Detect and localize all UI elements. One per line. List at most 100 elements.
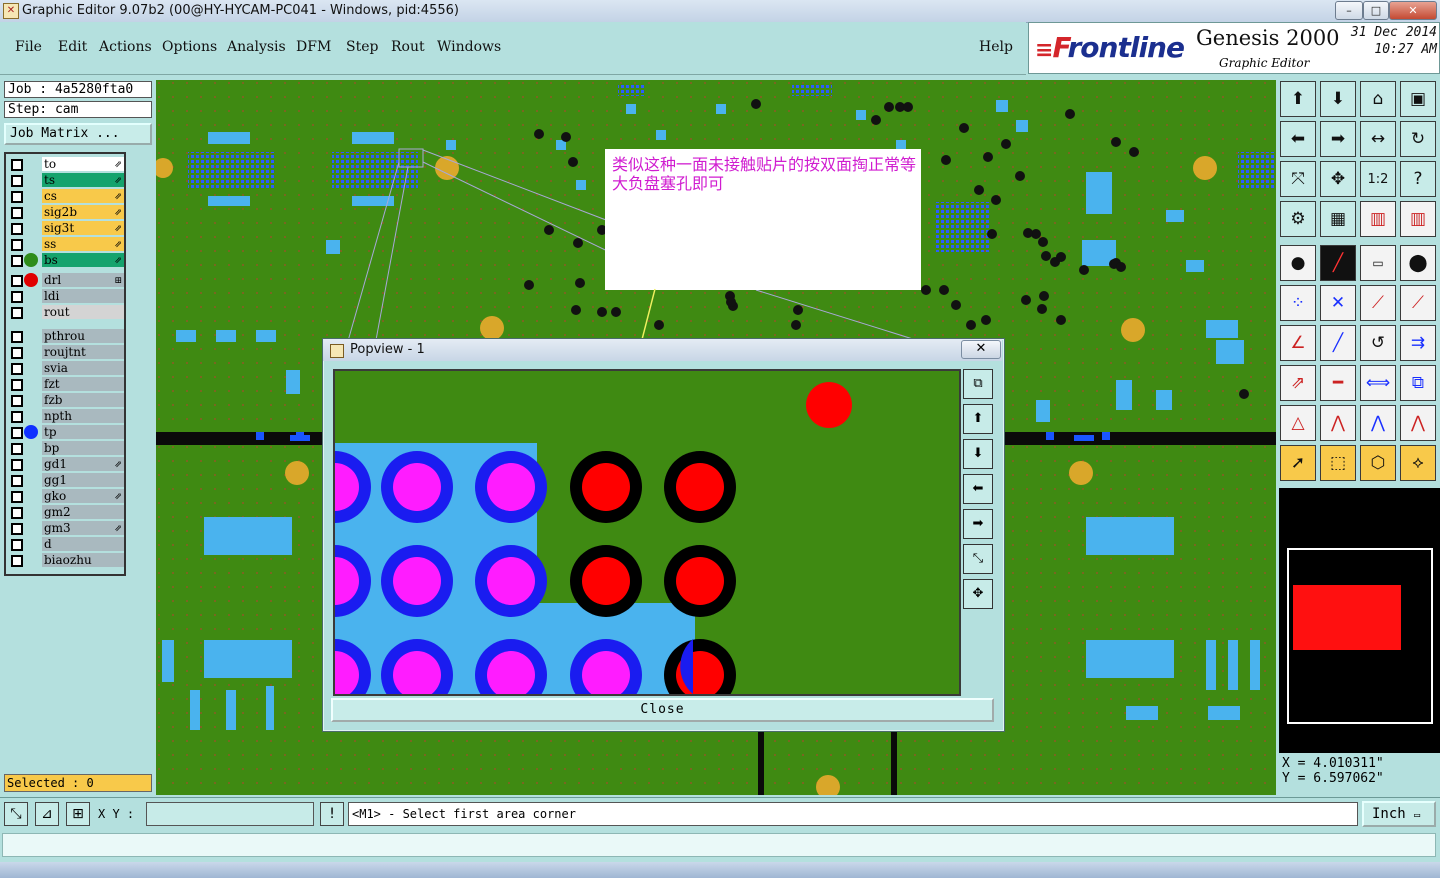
layer-row-rout[interactable]: rout bbox=[9, 305, 124, 319]
menu-step[interactable]: Step bbox=[346, 39, 378, 55]
layer-name[interactable]: ss ⇗ bbox=[42, 237, 124, 251]
layer-checkbox[interactable] bbox=[11, 239, 23, 251]
layer-name[interactable]: rout bbox=[42, 305, 124, 319]
zoom-fit-icon[interactable]: ⤧ bbox=[1280, 161, 1316, 197]
layer-row-drl[interactable]: drl ⊞ bbox=[9, 273, 124, 287]
layer-checkbox[interactable] bbox=[11, 331, 23, 343]
pan-up-icon[interactable]: ⬆ bbox=[1280, 81, 1316, 117]
layer-checkbox[interactable] bbox=[11, 555, 23, 567]
layer-checkbox[interactable] bbox=[11, 159, 23, 171]
select-box-icon[interactable]: ⬚ bbox=[1320, 445, 1356, 481]
select-arrow-icon[interactable]: ➚ bbox=[1280, 445, 1316, 481]
popview-pan-up-icon[interactable]: ⬆ bbox=[963, 404, 993, 434]
layer-row-ts[interactable]: ts ⇗ bbox=[9, 173, 124, 187]
add-line-icon[interactable]: ╱ bbox=[1320, 245, 1356, 281]
layer-row-gko[interactable]: gko ⇗ bbox=[9, 489, 124, 503]
layer-name[interactable]: fzt bbox=[42, 377, 124, 391]
snap-icon[interactable]: ⤡ bbox=[4, 802, 28, 826]
layer-row-gd1[interactable]: gd1 ⇗ bbox=[9, 457, 124, 471]
layer-row-d[interactable]: d bbox=[9, 537, 124, 551]
layer-row-npth[interactable]: npth bbox=[9, 409, 124, 423]
layer-row-cs[interactable]: cs ⇗ bbox=[9, 189, 124, 203]
unit-selector[interactable]: Inch ▭ bbox=[1362, 801, 1436, 827]
popview-close-x-button[interactable]: ✕ bbox=[961, 340, 1001, 359]
layer-name[interactable]: sig3t ⇗ bbox=[42, 221, 124, 235]
layer-checkbox[interactable] bbox=[11, 491, 23, 503]
snap-point-icon[interactable]: ⟋ bbox=[1360, 285, 1396, 321]
menu-windows[interactable]: Windows bbox=[437, 39, 501, 55]
layer-row-sig3t[interactable]: sig3t ⇗ bbox=[9, 221, 124, 235]
add-pad-icon[interactable]: ● bbox=[1280, 245, 1316, 281]
pan-right-icon[interactable]: ➡ bbox=[1320, 121, 1356, 157]
xy-input[interactable] bbox=[146, 802, 314, 826]
layer-name[interactable]: drl ⊞ bbox=[42, 273, 124, 287]
draw-line-icon[interactable]: ╱ bbox=[1320, 325, 1356, 361]
split-icon[interactable]: ⇉ bbox=[1400, 325, 1436, 361]
layer-name[interactable]: npth bbox=[42, 409, 124, 423]
query-icon[interactable]: ? bbox=[1400, 161, 1436, 197]
layer-checkbox[interactable] bbox=[11, 411, 23, 423]
layer-checkbox[interactable] bbox=[11, 291, 23, 303]
layer-checkbox[interactable] bbox=[11, 443, 23, 455]
angle-icon[interactable]: ∠ bbox=[1280, 325, 1316, 361]
popview-pan-down-icon[interactable]: ⬇ bbox=[963, 439, 993, 469]
layer-row-tp[interactable]: tp bbox=[9, 425, 124, 439]
layer-row-gm3[interactable]: gm3 ⇗ bbox=[9, 521, 124, 535]
layer-row-gg1[interactable]: gg1 bbox=[9, 473, 124, 487]
triangle-icon[interactable]: △ bbox=[1280, 405, 1316, 441]
layer-name[interactable]: tp bbox=[42, 425, 124, 439]
layer-checkbox[interactable] bbox=[11, 275, 23, 287]
popview-pan-left-icon[interactable]: ⬅ bbox=[963, 474, 993, 504]
layer-row-roujtnt[interactable]: roujtnt bbox=[9, 345, 124, 359]
zoom-center-icon[interactable]: ✥ bbox=[1320, 161, 1356, 197]
layer-checkbox[interactable] bbox=[11, 255, 23, 267]
layer-checkbox[interactable] bbox=[11, 207, 23, 219]
popview-zoom-in-icon[interactable]: ✥ bbox=[963, 579, 993, 609]
menu-file[interactable]: File bbox=[15, 39, 42, 55]
home-view-icon[interactable]: ⌂ bbox=[1360, 81, 1396, 117]
menu-help[interactable]: Help bbox=[979, 39, 1013, 55]
peak-blue-icon[interactable]: ⋀ bbox=[1360, 405, 1396, 441]
layer-row-svia[interactable]: svia bbox=[9, 361, 124, 375]
mirror-icon[interactable]: ↔ bbox=[1360, 121, 1396, 157]
peak-icon[interactable]: ⋀ bbox=[1320, 405, 1356, 441]
layer-row-sig2b[interactable]: sig2b ⇗ bbox=[9, 205, 124, 219]
popview-close-button[interactable]: Close bbox=[331, 698, 994, 722]
layer-row-fzb[interactable]: fzb bbox=[9, 393, 124, 407]
layer-name[interactable]: to ⇗ bbox=[42, 157, 124, 171]
menu-analysis[interactable]: Analysis bbox=[227, 39, 286, 55]
popview-canvas[interactable] bbox=[333, 369, 961, 696]
layer-row-ss[interactable]: ss ⇗ bbox=[9, 237, 124, 251]
menu-dfm[interactable]: DFM bbox=[296, 39, 331, 55]
layer-name[interactable]: gd1 ⇗ bbox=[42, 457, 124, 471]
layer-name[interactable]: pthrou bbox=[42, 329, 124, 343]
measure-icon[interactable]: ⊿ bbox=[35, 802, 59, 826]
snap-end-icon[interactable]: ⟋ bbox=[1400, 285, 1436, 321]
layer-name[interactable]: gg1 bbox=[42, 473, 124, 487]
layer-name[interactable]: ts ⇗ bbox=[42, 173, 124, 187]
layer-checkbox[interactable] bbox=[11, 191, 23, 203]
layer-name[interactable]: gm3 ⇗ bbox=[42, 521, 124, 535]
menu-rout[interactable]: Rout bbox=[391, 39, 425, 55]
layer-display-icon[interactable]: ▥ bbox=[1400, 201, 1436, 237]
layer-checkbox[interactable] bbox=[11, 395, 23, 407]
redraw-icon[interactable]: ↻ bbox=[1400, 121, 1436, 157]
layer-row-pthrou[interactable]: pthrou bbox=[9, 329, 124, 343]
layer-checkbox[interactable] bbox=[11, 539, 23, 551]
layer-checkbox[interactable] bbox=[11, 507, 23, 519]
layer-row-biaozhu[interactable]: biaozhu bbox=[9, 553, 124, 567]
layer-checkbox[interactable] bbox=[11, 379, 23, 391]
layer-checkbox[interactable] bbox=[11, 523, 23, 535]
resize-icon[interactable]: ⟺ bbox=[1360, 365, 1396, 401]
layer-name[interactable]: bp bbox=[42, 441, 124, 455]
layer-checkbox[interactable] bbox=[11, 307, 23, 319]
select-polygon-icon[interactable]: ⬡ bbox=[1360, 445, 1396, 481]
layer-checkbox[interactable] bbox=[11, 175, 23, 187]
minimize-button[interactable]: – bbox=[1335, 1, 1363, 20]
grid-icon[interactable]: ▦ bbox=[1320, 201, 1356, 237]
zoom-one-to-one-icon[interactable]: 1:2 bbox=[1360, 161, 1396, 197]
layer-name[interactable]: gm2 bbox=[42, 505, 124, 519]
layer-row-fzt[interactable]: fzt bbox=[9, 377, 124, 391]
overview-panel[interactable] bbox=[1279, 488, 1440, 753]
layer-checkbox[interactable] bbox=[11, 459, 23, 471]
